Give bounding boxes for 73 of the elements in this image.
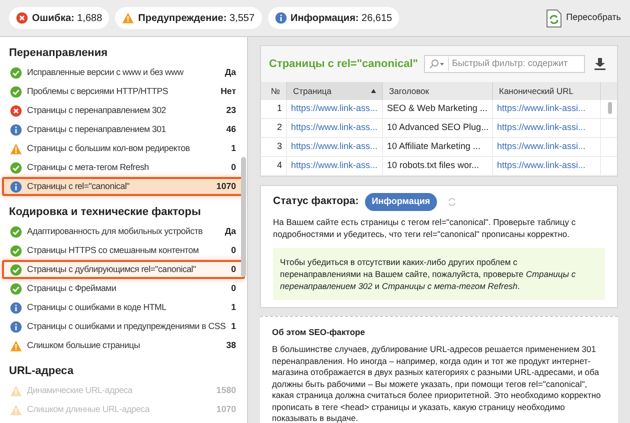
url-link[interactable]: https://www.link-assi...	[493, 100, 601, 118]
url-link[interactable]: https://www.link-assi...	[493, 138, 601, 156]
table-cell: 10 robots.txt files wor...	[383, 157, 493, 175]
error-icon	[10, 104, 22, 116]
section-heading: Перенаправления	[8, 46, 109, 61]
sidebar-item[interactable]: Страницы HTTPS со смешанным контентом 0	[2, 241, 245, 260]
check-icon	[10, 162, 22, 174]
check-icon	[10, 264, 22, 276]
section-heading: URL-адреса	[8, 364, 74, 379]
sidebar-item[interactable]: Страницы с большим кол-вом редиректов 1	[2, 139, 245, 158]
warning-icon	[10, 404, 22, 416]
about-text: В большинстве случаев, дублирование URL-адресов решается применением 301 перенаправления. Но иногда – например, когда один и тот же продукт интернет-магазина отображается в двух разных категориях с разными URL-адресами, и оба должны быть рабочими – Вы можете указать, при помощи тегов rel="canonical", какая страница должна считаться более приоритетной. Это необходимо корректно прописать в теге <head> страницы и указать, какую страницу необходимо показывать в выдаче.	[272, 344, 602, 423]
sidebar-item[interactable]: Слишком большие страницы 38	[2, 336, 245, 355]
table-cell: 10 Advanced SEO Plug...	[383, 119, 493, 137]
url-link[interactable]: https://www.link-ass...	[287, 157, 383, 175]
info-icon	[10, 302, 22, 314]
check-icon	[10, 226, 22, 238]
refresh-document-icon	[546, 8, 562, 28]
filter-field[interactable]: Быстрый фильтр: содержит	[424, 55, 585, 73]
description-text: На Вашем сайте есть страницы с тегом rel="canonical". Проверьте таблицу с подробностями и убедитесь, что теги rel="canonical" прописаны корректно.	[273, 216, 577, 240]
status-counter[interactable]: Информация: 26,615	[268, 7, 400, 29]
rebuild-button[interactable]: Пересобрать	[546, 8, 621, 28]
sidebar-item[interactable]: Страницы с дублирующимся rel="canonical" 0	[2, 260, 245, 279]
check-icon	[10, 244, 22, 256]
sidebar-item[interactable]: Исправленные версии с www и без www Да	[2, 63, 245, 82]
sidebar-item[interactable]: Страницы с ошибками и предупреждениями в CSS 1	[2, 317, 245, 336]
status-label: Статус фактора:	[273, 194, 359, 209]
url-link[interactable]: https://www.link-ass...	[287, 100, 383, 118]
sidebar-item[interactable]: Страницы с ошибками в коде HTML 1	[2, 298, 245, 317]
info-icon	[10, 320, 22, 332]
info-note: Чтобы убедиться в отсутствии каких-либо других проблем с перенаправлениями на Вашем сайте, пожалуйста, проверьте Страницы с перенаправлением 302 и Страницы с мета-тегом Refresh.	[273, 248, 605, 300]
section-heading: Кодировка и технические факторы	[8, 204, 202, 220]
sort-icon	[371, 89, 376, 93]
refresh-icon[interactable]	[447, 196, 458, 207]
column-header[interactable]: Заголовок	[383, 82, 493, 100]
search-icon	[429, 59, 446, 69]
table-cell: 2	[261, 119, 287, 137]
status-badge: Информация	[364, 193, 438, 210]
warning-icon	[10, 340, 22, 352]
info-icon	[10, 124, 22, 136]
table-cell: 10 Affiliate Marketing ...	[383, 138, 493, 156]
table-cell: 1	[261, 100, 287, 118]
warning-icon	[10, 142, 22, 154]
error-icon	[16, 12, 28, 24]
sidebar-item[interactable]: Страницы с перенаправлением 302 23	[2, 101, 245, 120]
check-icon	[10, 66, 22, 78]
url-link[interactable]: https://www.link-assi...	[493, 119, 601, 137]
sidebar-item[interactable]: Страницы с мета-тегом Refresh 0	[2, 158, 245, 177]
table-cell: SEO & Web Marketing ...	[383, 100, 493, 118]
url-link[interactable]: https://www.link-ass...	[287, 119, 383, 137]
section-title: Об этом SEO-факторе	[272, 326, 366, 338]
column-header[interactable]: Страница	[287, 82, 383, 100]
check-icon	[10, 282, 22, 294]
info-icon	[274, 12, 287, 24]
warning-icon	[122, 12, 134, 24]
scrollbar[interactable]	[241, 157, 246, 277]
status-counter[interactable]: Ошибка: 1,688	[9, 7, 110, 29]
column-header[interactable]: Канонический URL	[493, 82, 601, 100]
sidebar-item[interactable]: Проблемы с версиями HTTP/HTTPS Нет	[2, 82, 245, 101]
table-cell: 3	[261, 138, 287, 156]
download-icon	[594, 58, 606, 70]
sidebar-item[interactable]: Страницы с Фреймами 0	[2, 279, 245, 298]
warning-icon	[10, 384, 22, 396]
info-icon	[10, 180, 22, 192]
scrollbar[interactable]	[608, 102, 612, 114]
sidebar-item[interactable]: Страницы с перенаправлением 301 46	[2, 120, 245, 139]
panel-title: Страницы с rel="canonical"	[269, 56, 418, 72]
status-counter[interactable]: Предупреждение: 3,557	[115, 7, 262, 29]
sidebar-item[interactable]: Адаптированность для мобильных устройств Да	[2, 222, 245, 241]
check-icon	[10, 86, 22, 98]
table-cell: 4	[261, 157, 287, 175]
url-link[interactable]: https://www.link-assi...	[493, 157, 601, 175]
url-link[interactable]: https://www.link-ass...	[287, 138, 383, 156]
